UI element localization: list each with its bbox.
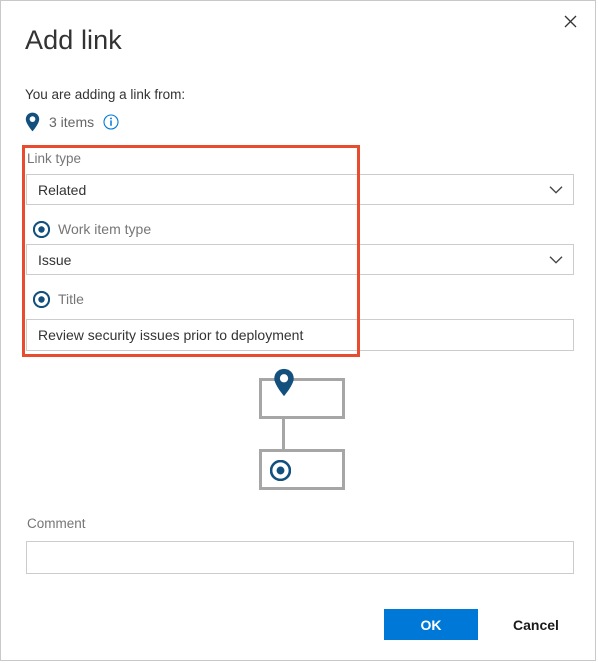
comment-input[interactable]	[26, 541, 574, 574]
link-type-value: Related	[38, 181, 87, 198]
cancel-button[interactable]: Cancel	[497, 609, 575, 640]
ok-button[interactable]: OK	[384, 609, 478, 640]
close-button[interactable]	[555, 6, 585, 36]
work-item-type-value: Issue	[38, 251, 72, 268]
items-count-label: 3 items	[49, 114, 95, 130]
radio-title-label: Title	[58, 291, 84, 307]
link-hierarchy-diagram	[257, 368, 352, 493]
info-icon[interactable]	[103, 114, 119, 130]
map-pin-icon	[273, 368, 295, 397]
link-type-dropdown[interactable]: Related	[26, 174, 574, 205]
radio-title[interactable]: Title	[33, 289, 84, 309]
radio-work-item-type[interactable]: Work item type	[33, 219, 151, 239]
close-icon	[564, 15, 577, 28]
work-item-type-dropdown[interactable]: Issue	[26, 244, 574, 275]
diagram-connector-line	[282, 419, 285, 449]
radio-selected-icon	[33, 290, 50, 308]
page-title: Add link	[25, 25, 122, 55]
radio-selected-icon	[270, 460, 291, 481]
chevron-down-icon	[549, 185, 563, 194]
chevron-down-icon	[549, 255, 563, 264]
add-link-dialog: Add link You are adding a link from: 3 i…	[0, 0, 596, 661]
map-pin-icon	[25, 112, 40, 132]
diagram-parent-box	[259, 378, 345, 419]
title-value: Review security issues prior to deployme…	[38, 327, 304, 343]
adding-link-from-label: You are adding a link from:	[25, 87, 186, 102]
radio-selected-icon	[33, 220, 50, 238]
title-input[interactable]: Review security issues prior to deployme…	[26, 319, 574, 351]
link-type-label: Link type	[27, 151, 82, 166]
source-items-row: 3 items	[25, 111, 119, 133]
comment-label: Comment	[27, 516, 86, 531]
radio-work-item-type-label: Work item type	[58, 221, 152, 237]
